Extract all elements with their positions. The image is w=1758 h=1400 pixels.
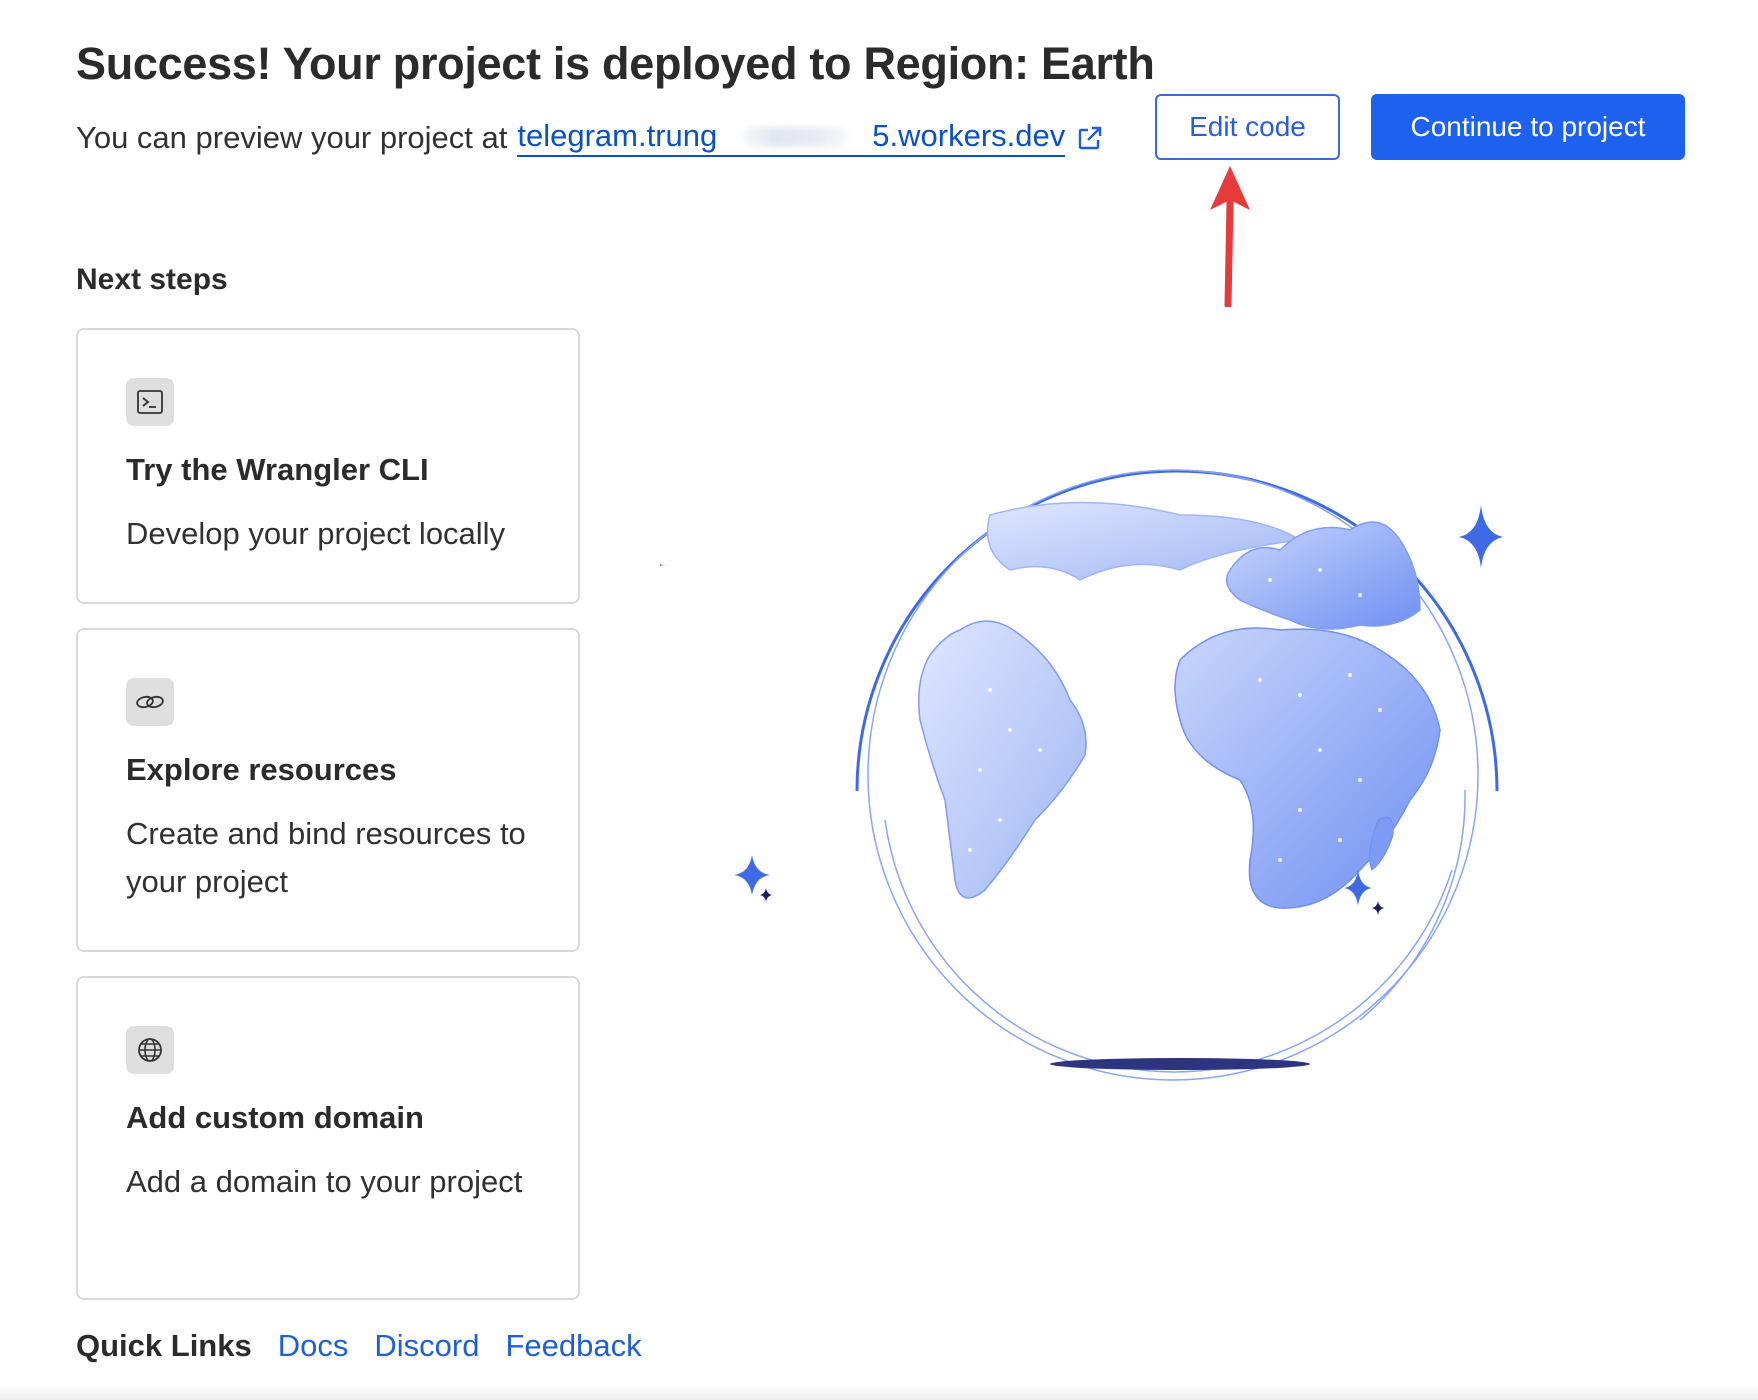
card-explore-resources[interactable]: Explore resources Create and bind resour… bbox=[76, 628, 580, 952]
preview-text: You can preview your project at bbox=[76, 119, 508, 155]
preview-url-link[interactable]: telegram.trung 5.workers.dev bbox=[517, 118, 1066, 157]
continue-to-project-button[interactable]: Continue to project bbox=[1371, 94, 1685, 160]
card-description: Develop your project locally bbox=[126, 516, 506, 551]
preview-line: You can preview your project at telegram… bbox=[76, 118, 1105, 157]
feedback-link[interactable]: Feedback bbox=[505, 1328, 641, 1364]
external-link-icon[interactable] bbox=[1075, 123, 1105, 153]
redacted-url-segment bbox=[717, 119, 872, 153]
card-title: Add custom domain bbox=[126, 1100, 424, 1135]
quick-links-label: Quick Links bbox=[76, 1328, 252, 1363]
card-add-custom-domain[interactable]: Add custom domain Add a domain to your p… bbox=[76, 976, 580, 1300]
preview-url-start: telegram.trung bbox=[517, 118, 718, 153]
preview-url-end: 5.workers.dev bbox=[872, 118, 1066, 153]
docs-link[interactable]: Docs bbox=[278, 1328, 349, 1364]
card-description: Add a domain to your project bbox=[126, 1164, 523, 1199]
earth-globe-illustration bbox=[660, 469, 1503, 1081]
globe-icon bbox=[126, 1026, 174, 1074]
card-title: Explore resources bbox=[126, 752, 397, 787]
discord-link[interactable]: Discord bbox=[374, 1328, 479, 1364]
annotation-arrow-icon bbox=[1210, 166, 1250, 307]
deploy-success-page: Success! Your project is deployed to Reg… bbox=[0, 0, 1758, 1400]
next-steps-heading: Next steps bbox=[76, 263, 228, 296]
bottom-shade bbox=[0, 1384, 1758, 1400]
link-icon bbox=[126, 678, 174, 726]
card-description: Create and bind resources to your projec… bbox=[126, 816, 526, 899]
card-wrangler-cli[interactable]: Try the Wrangler CLI Develop your projec… bbox=[76, 328, 580, 604]
page-title: Success! Your project is deployed to Reg… bbox=[76, 38, 1155, 89]
terminal-icon bbox=[126, 378, 174, 426]
quick-links: Quick Links Docs Discord Feedback bbox=[76, 1328, 668, 1364]
edit-code-button[interactable]: Edit code bbox=[1155, 94, 1340, 160]
card-title: Try the Wrangler CLI bbox=[126, 452, 429, 487]
